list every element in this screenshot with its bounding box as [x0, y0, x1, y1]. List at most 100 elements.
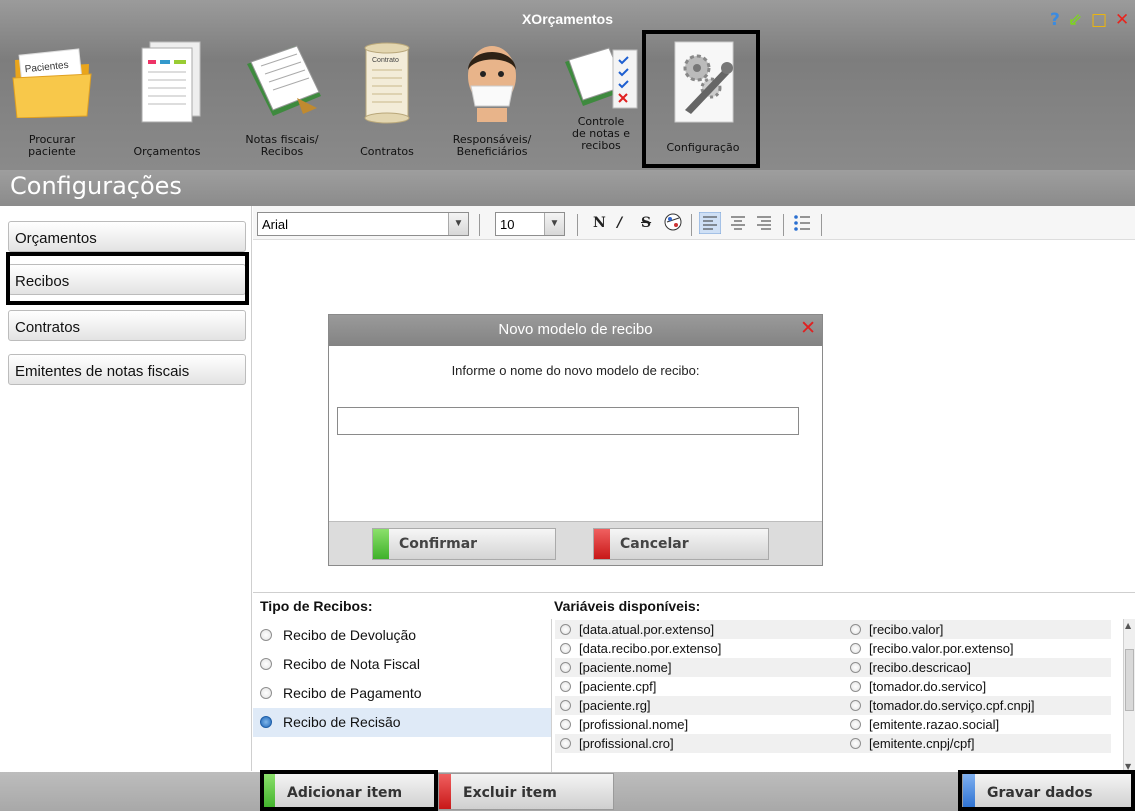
variable-label: [paciente.rg] [579, 698, 651, 713]
tipos-header: Tipo de Recibos: [260, 598, 373, 614]
radio-icon [560, 738, 571, 749]
restore-icon[interactable]: ⇙ [1068, 10, 1082, 30]
scroll-down-icon[interactable]: ▼ [1125, 762, 1131, 771]
variable-item[interactable]: [paciente.rg] [555, 696, 651, 715]
sidebar-item-recibos[interactable]: Recibos [8, 264, 246, 295]
variable-item[interactable]: [profissional.cro] [555, 734, 674, 753]
toolbar-responsaveis[interactable]: Responsáveis/ Beneficiários [436, 36, 548, 164]
variable-item[interactable]: [data.recibo.por.extenso] [555, 639, 721, 658]
model-name-input[interactable] [337, 407, 799, 435]
tipo-label: Recibo de Devolução [283, 627, 417, 643]
strikethrough-icon[interactable]: S [641, 215, 651, 231]
cancel-button[interactable]: Cancelar [593, 528, 769, 560]
variable-item[interactable]: [profissional.nome] [555, 715, 688, 734]
red-accent [594, 529, 610, 559]
delete-item-button[interactable]: Excluir item [438, 773, 614, 810]
toolbar-procurar-paciente[interactable]: Pacientes Procurar paciente [2, 36, 102, 164]
radio-icon [260, 687, 272, 699]
variable-item[interactable]: [paciente.nome] [555, 658, 672, 677]
radio-icon [850, 662, 861, 673]
font-value: Arial [262, 217, 289, 232]
divider [783, 214, 784, 236]
bullet-list-icon[interactable] [791, 212, 813, 234]
chevron-down-icon: ▼ [544, 213, 564, 235]
save-button[interactable]: Gravar dados [962, 773, 1132, 810]
variable-item[interactable]: [tomador.do.serviço.cpf.cnpj] [845, 696, 1034, 715]
tipo-recisao[interactable]: Recibo de Recisão [253, 708, 551, 737]
variable-label: [paciente.cpf] [579, 679, 657, 694]
bold-icon[interactable]: N [593, 215, 606, 231]
toolbar-configuracao[interactable]: Configuração [648, 36, 758, 164]
dialog-prompt: Informe o nome do novo modelo de recibo: [451, 363, 700, 378]
close-icon[interactable]: ✕ [800, 317, 816, 340]
variables-list: [data.atual.por.extenso] [data.recibo.po… [555, 620, 1111, 773]
radio-icon [560, 681, 571, 692]
radio-selected-icon [260, 716, 272, 728]
editor-toolbar: Arial ▼ 10 ▼ N / S [253, 206, 1135, 240]
receipt-config-panel: Tipo de Recibos: Variáveis disponíveis: … [253, 592, 1135, 773]
tipo-devolucao[interactable]: Recibo de Devolução [253, 621, 551, 650]
variable-item[interactable]: [data.atual.por.extenso] [555, 620, 714, 639]
svg-text:Contrato: Contrato [372, 57, 399, 64]
red-accent [439, 774, 451, 809]
cancel-label: Cancelar [620, 536, 689, 552]
contract-scroll-icon: Contrato [364, 42, 410, 124]
help-icon[interactable]: ? [1050, 10, 1060, 30]
variable-item[interactable]: [recibo.valor] [845, 620, 943, 639]
scrollbar[interactable]: ▲ ▼ [1123, 619, 1135, 773]
variable-item[interactable]: [tomador.do.servico] [845, 677, 986, 696]
app-toolbar: XOrçamentos ? ⇙ □ ✕ Pacientes Procurar p… [0, 0, 1135, 170]
toolbar-controle-notas[interactable]: Controle de notas e recibos [556, 36, 646, 164]
variable-item[interactable]: [emitente.razao.social] [845, 715, 999, 734]
sidebar-item-emitentes[interactable]: Emitentes de notas fiscais [8, 354, 246, 385]
chevron-down-icon: ▼ [448, 213, 468, 235]
sidebar-item-contratos[interactable]: Contratos [8, 310, 246, 341]
toolbar-label: Configuração [666, 141, 740, 154]
align-right-icon[interactable] [753, 212, 775, 234]
variable-label: [tomador.do.servico] [869, 679, 987, 694]
radio-icon [850, 738, 861, 749]
toolbar-label: Procurar paciente [28, 133, 76, 158]
budget-document-icon [141, 41, 201, 123]
radio-icon [560, 719, 571, 730]
radio-icon [560, 662, 571, 673]
variable-item[interactable]: [recibo.descricao] [845, 658, 971, 677]
align-left-icon[interactable] [699, 212, 721, 234]
paint-icon[interactable] [663, 212, 683, 232]
scroll-up-icon[interactable]: ▲ [1125, 621, 1131, 630]
font-select[interactable]: Arial ▼ [257, 212, 469, 236]
checklist-icon [565, 47, 638, 109]
folder-patients-icon: Pacientes [12, 48, 92, 118]
green-accent [373, 529, 389, 559]
align-center-icon[interactable] [727, 212, 749, 234]
variable-item[interactable]: [recibo.valor.por.extenso] [845, 639, 1014, 658]
italic-icon[interactable]: / [617, 215, 622, 231]
divider [691, 214, 692, 236]
save-label: Gravar dados [987, 785, 1093, 801]
confirm-button[interactable]: Confirmar [372, 528, 556, 560]
variable-label: [emitente.cnpj/cpf] [869, 736, 975, 751]
tipo-nota-fiscal[interactable]: Recibo de Nota Fiscal [253, 650, 551, 679]
dialog-footer: Confirmar Cancelar [329, 521, 822, 565]
toolbar-contratos[interactable]: Contrato Contratos [346, 36, 428, 164]
variable-item[interactable]: [paciente.cpf] [555, 677, 656, 696]
toolbar-orcamentos[interactable]: Orçamentos [118, 36, 216, 164]
close-icon[interactable]: ✕ [1115, 10, 1129, 30]
variable-label: [profissional.nome] [579, 717, 689, 732]
font-size-select[interactable]: 10 ▼ [495, 212, 565, 236]
page-title: Configurações [10, 172, 182, 200]
toolbar-label: Notas fiscais/ Recibos [245, 133, 319, 158]
variable-label: [tomador.do.serviço.cpf.cnpj] [869, 698, 1035, 713]
add-item-button[interactable]: Adicionar item [262, 773, 436, 810]
maximize-icon[interactable]: □ [1091, 10, 1107, 30]
tipo-pagamento[interactable]: Recibo de Pagamento [253, 679, 551, 708]
person-masked-icon [468, 46, 516, 122]
variable-label: [emitente.razao.social] [869, 717, 1000, 732]
scrollbar-thumb[interactable] [1125, 649, 1134, 711]
green-accent [263, 774, 275, 809]
toolbar-notas-recibos[interactable]: Notas fiscais/ Recibos [226, 36, 338, 164]
tipo-label: Recibo de Recisão [283, 714, 401, 730]
sidebar-item-orcamentos[interactable]: Orçamentos [8, 221, 246, 252]
variable-item[interactable]: [emitente.cnpj/cpf] [845, 734, 975, 753]
gear-wrench-icon [674, 41, 734, 123]
